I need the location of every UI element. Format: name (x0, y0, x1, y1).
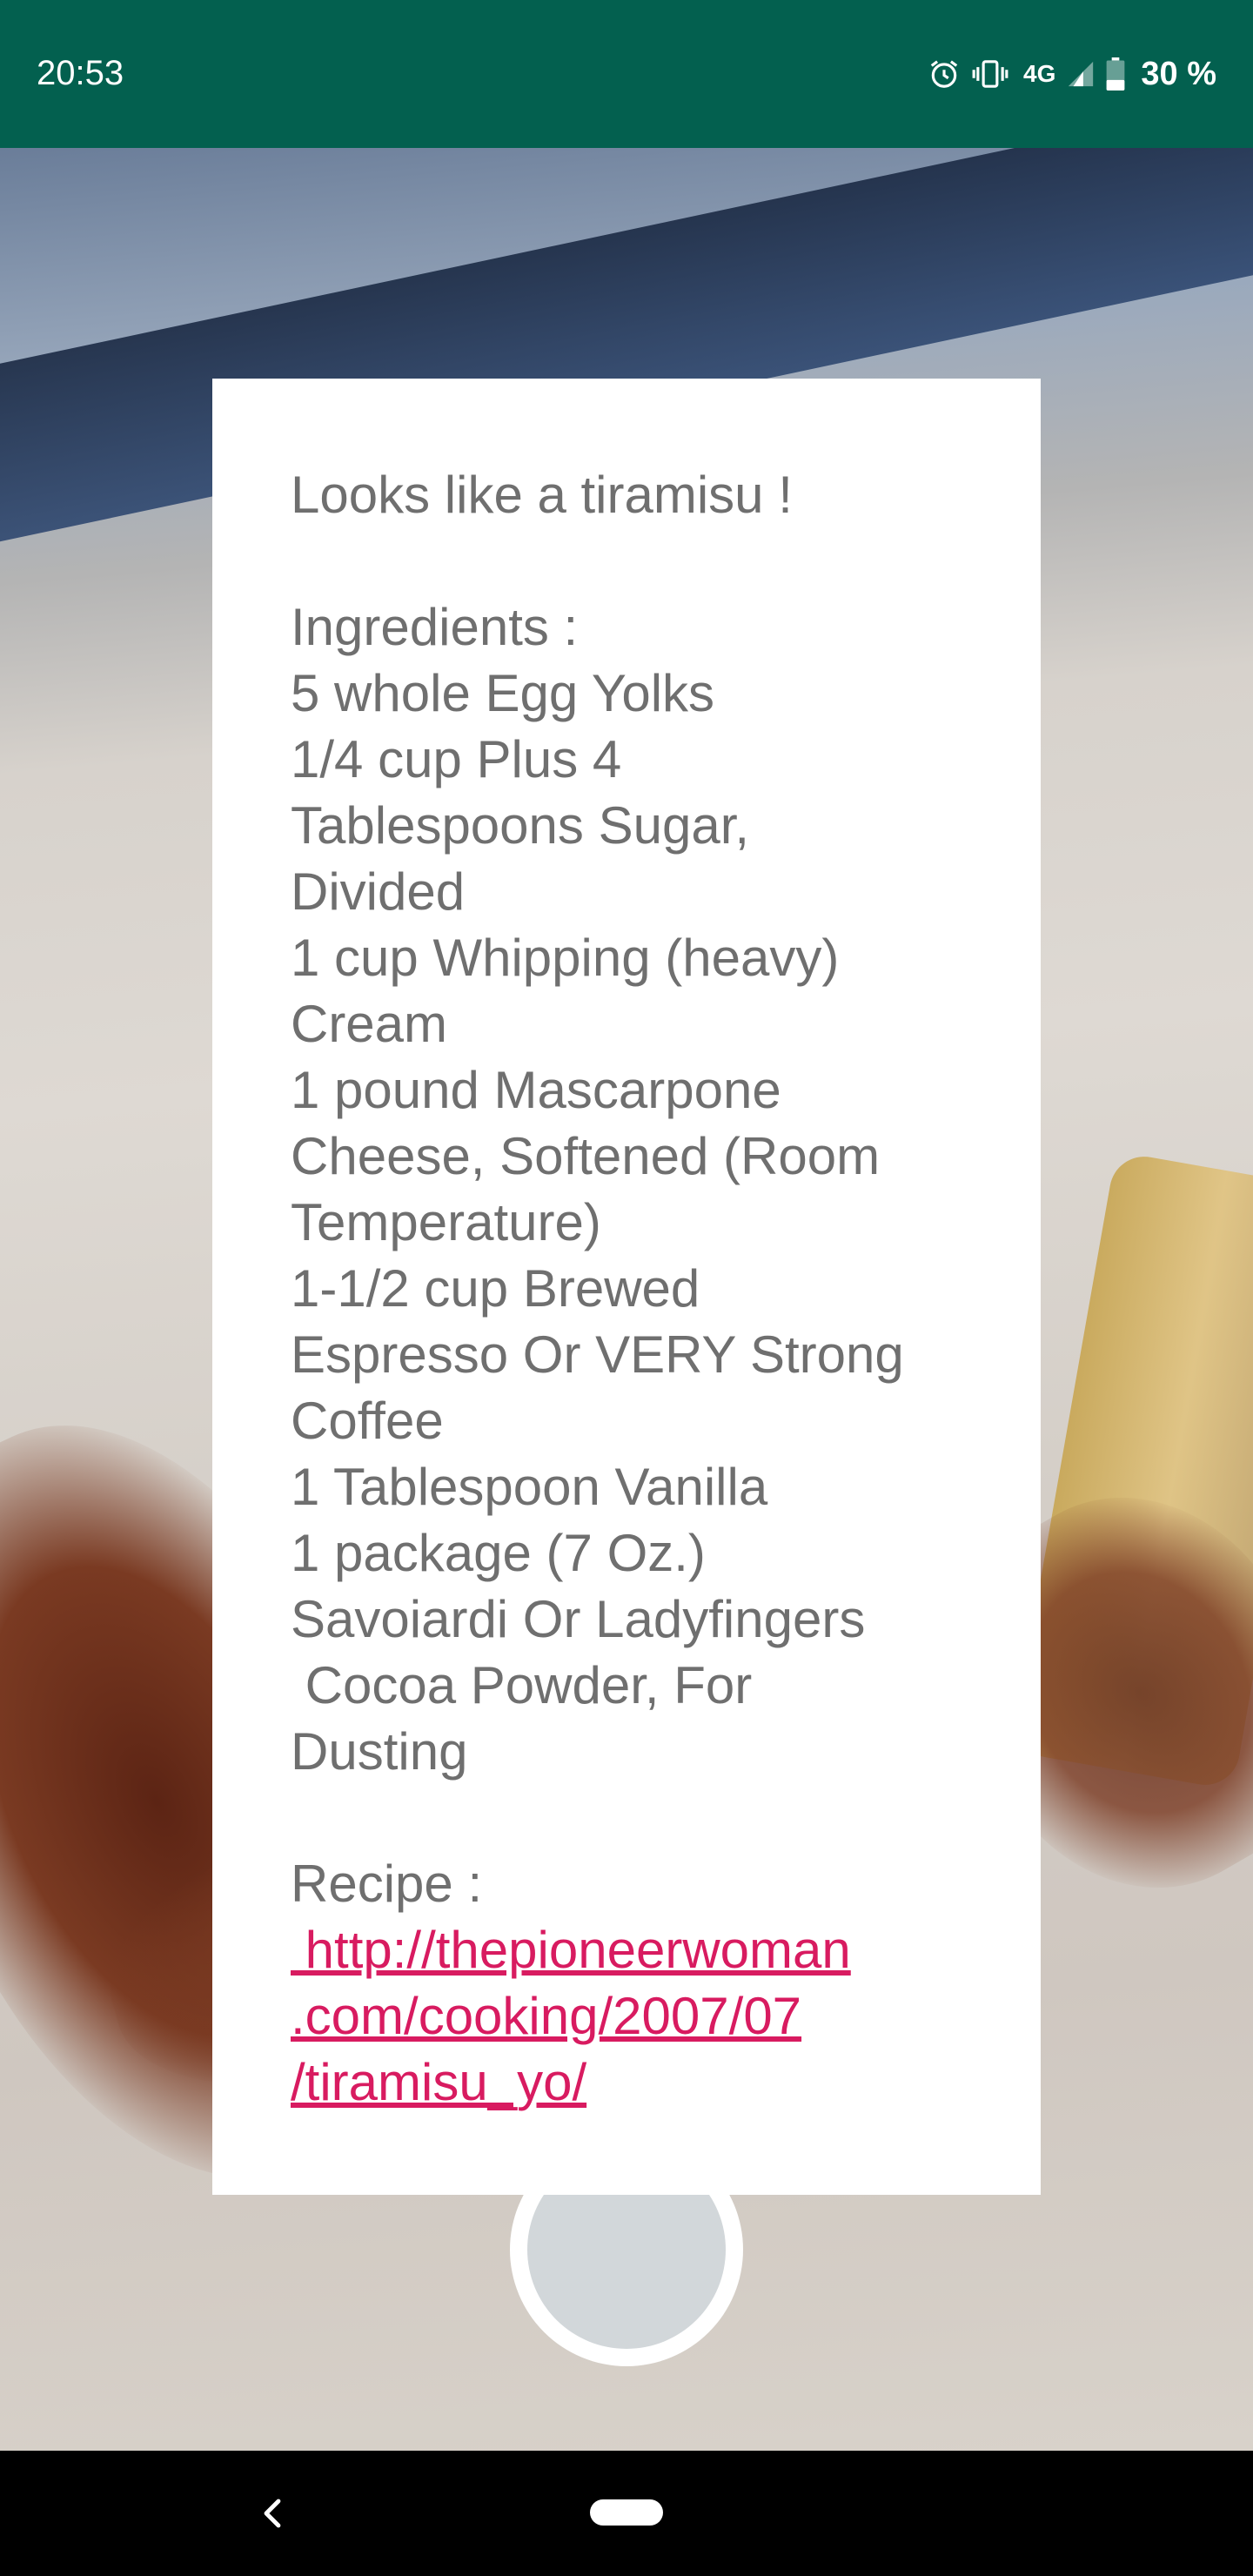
status-bar: 20:53 4G 30 % (0, 0, 1253, 148)
home-pill-icon[interactable] (590, 2499, 663, 2526)
network-type: 4G (1023, 60, 1056, 87)
ingredient-line: 1 Tablespoon Vanilla (291, 1458, 768, 1516)
ingredient-line: Cheese, Softened (Room (291, 1127, 881, 1185)
ingredient-line: Cream (291, 995, 448, 1053)
ingredient-line: 1 cup Whipping (heavy) (291, 929, 840, 987)
alarm-icon (928, 57, 961, 91)
result-card: Looks like a tiramisu ! Ingredients : 5 … (212, 379, 1041, 2195)
recipe-link-line[interactable]: .com/cooking/2007/07 (291, 1983, 962, 2049)
result-title: Looks like a tiramisu ! (291, 466, 793, 524)
back-icon[interactable] (252, 2492, 294, 2534)
battery-percent: 30 % (1141, 55, 1216, 92)
ingredient-line: 5 whole Egg Yolks (291, 664, 715, 722)
vibrate-icon (971, 57, 1009, 91)
result-text: Looks like a tiramisu ! Ingredients : 5 … (291, 462, 962, 2116)
status-time: 20:53 (37, 54, 124, 92)
recipe-link-line[interactable]: /tiramisu_yo/ (291, 2049, 962, 2116)
ingredient-line: Tablespoons Sugar, (291, 796, 750, 855)
ingredient-line: Espresso Or VERY Strong (291, 1325, 904, 1384)
ingredient-line: Coffee (291, 1392, 444, 1450)
recipe-link[interactable]: http://thepioneerwoman .com/cooking/2007… (291, 1917, 962, 2116)
recipe-heading: Recipe : (291, 1855, 483, 1913)
ingredient-line: Savoiardi Or Ladyfingers (291, 1590, 866, 1648)
signal-icon (1066, 59, 1096, 89)
ingredient-line: 1-1/2 cup Brewed (291, 1259, 700, 1318)
ingredient-line: 1 pound Mascarpone (291, 1061, 781, 1119)
ingredient-line: Divided (291, 862, 466, 921)
navigation-bar (0, 2451, 1253, 2576)
ingredient-line: 1 package (7 Oz.) (291, 1524, 706, 1582)
status-icons: 4G 30 % (928, 52, 1216, 96)
ingredient-line: Dusting (291, 1722, 468, 1781)
recipe-link-line[interactable]: http://thepioneerwoman (291, 1917, 962, 1983)
ingredient-line: Cocoa Powder, For (291, 1656, 753, 1714)
ingredient-line: Temperature) (291, 1193, 601, 1251)
battery-icon (1106, 57, 1125, 91)
ingredient-line: 1/4 cup Plus 4 (291, 730, 622, 788)
ingredients-heading: Ingredients : (291, 598, 579, 656)
